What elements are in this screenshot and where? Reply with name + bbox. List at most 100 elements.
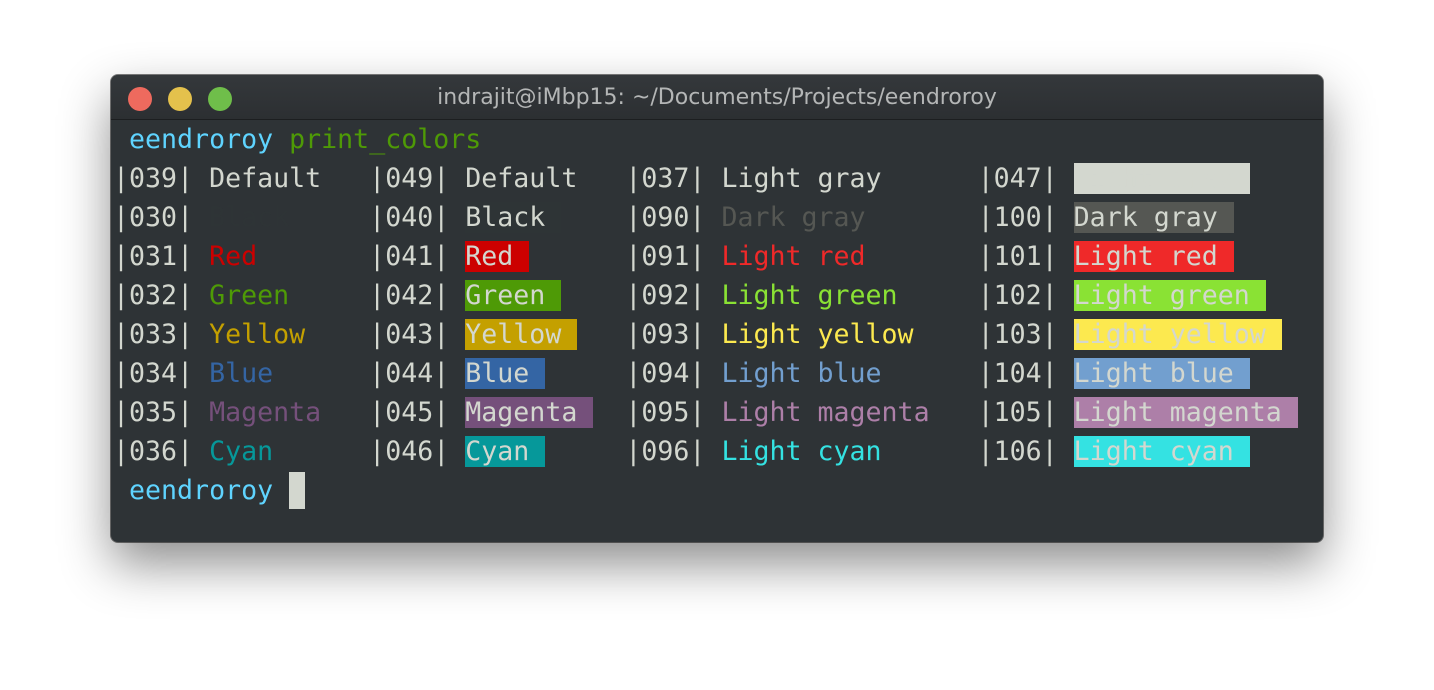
color-code: 106 — [993, 436, 1042, 467]
color-cell-035: |035| Magenta — [113, 397, 322, 428]
color-cell-096: |096| Light cyan — [625, 436, 882, 467]
color-code: 046 — [385, 436, 434, 467]
color-code: 096 — [641, 436, 690, 467]
color-cell-093: |093| Light yellow — [625, 319, 914, 350]
color-label: Yellow — [209, 319, 306, 350]
color-code: 037 — [641, 163, 690, 194]
background-swatch: Cyan — [465, 436, 546, 467]
color-cell-046: |046| Cyan — [369, 432, 625, 471]
color-code: 040 — [385, 202, 434, 233]
color-cell-090: |090| Dark gray — [625, 202, 866, 233]
color-cell-039: |039| Default — [113, 163, 322, 194]
color-row: |039| Default |049| Default |037| Light g… — [113, 159, 1298, 198]
color-label: Black — [465, 202, 546, 233]
title-bar: indrajit@iMbp15: ~/Documents/Projects/ee… — [111, 75, 1323, 120]
color-code: 041 — [385, 241, 434, 272]
color-code: 103 — [993, 319, 1042, 350]
background-swatch: Green — [465, 280, 562, 311]
color-cell-037: |037| Light gray — [625, 163, 882, 194]
color-label: Light magenta — [1073, 397, 1282, 428]
color-label: Light cyan — [721, 436, 882, 467]
prompt: eendroroy — [129, 475, 274, 506]
color-code: 043 — [385, 319, 434, 350]
color-row: |033| Yellow |043| Yellow |093| Light yel… — [113, 315, 1298, 354]
color-label: Light magenta — [721, 397, 930, 428]
color-label: Magenta — [465, 397, 578, 428]
terminal-output[interactable]: eendroroy print_colors |039| Default |049… — [113, 120, 1298, 510]
color-code: 105 — [993, 397, 1042, 428]
cursor — [289, 472, 306, 509]
color-label: Dark gray — [1073, 202, 1218, 233]
color-code: 102 — [993, 280, 1042, 311]
color-cell-040: |040| Black — [369, 198, 625, 237]
color-label: Black — [209, 202, 290, 233]
color-cell-049: |049| Default — [369, 159, 625, 198]
background-swatch: Light cyan — [1073, 436, 1250, 467]
color-cell-032: |032| Green — [113, 280, 290, 311]
background-swatch: Light yellow — [1073, 319, 1282, 350]
color-cell-104: |104| Light blue — [978, 354, 1250, 393]
color-cell-030: |030| Black — [113, 202, 290, 233]
color-label: Green — [209, 280, 290, 311]
color-label: Light green — [1073, 280, 1250, 311]
color-code: 101 — [993, 241, 1042, 272]
color-label: Light green — [721, 280, 898, 311]
background-swatch: Black — [465, 202, 562, 233]
color-label: Magenta — [209, 397, 322, 428]
color-label: Light cyan — [1073, 436, 1234, 467]
color-cell-100: |100| Dark gray — [978, 198, 1234, 237]
color-code: 035 — [129, 397, 178, 428]
current-prompt-line: eendroroy — [113, 471, 1298, 510]
color-cell-101: |101| Light red — [978, 237, 1234, 276]
color-code: 031 — [129, 241, 178, 272]
color-code: 091 — [641, 241, 690, 272]
background-swatch: Light blue — [1073, 358, 1250, 389]
color-code: 036 — [129, 436, 178, 467]
color-label: Light blue — [1073, 358, 1234, 389]
background-swatch: Dark gray — [1073, 202, 1234, 233]
color-cell-095: |095| Light magenta — [625, 397, 930, 428]
command-line: eendroroy print_colors — [113, 120, 1298, 159]
color-code: 044 — [385, 358, 434, 389]
color-cell-092: |092| Light green — [625, 280, 898, 311]
color-row: |035| Magenta |045| Magenta |095| Light m… — [113, 393, 1298, 432]
command-text: print_colors — [289, 124, 482, 155]
color-row: |036| Cyan |046| Cyan |096| Light cyan |10… — [113, 432, 1298, 471]
color-label: Light gray — [721, 163, 882, 194]
color-cell-033: |033| Yellow — [113, 319, 306, 350]
background-swatch: Light gray — [1073, 163, 1250, 194]
color-label: Cyan — [465, 436, 530, 467]
color-code: 042 — [385, 280, 434, 311]
color-cell-042: |042| Green — [369, 276, 625, 315]
color-cell-091: |091| Light red — [625, 241, 866, 272]
color-code: 034 — [129, 358, 178, 389]
color-label: Cyan — [209, 436, 274, 467]
color-row: |034| Blue |044| Blue |094| Light blue |10… — [113, 354, 1298, 393]
color-code: 093 — [641, 319, 690, 350]
background-swatch: Light green — [1073, 280, 1266, 311]
color-code: 100 — [993, 202, 1042, 233]
color-cell-044: |044| Blue — [369, 354, 625, 393]
background-swatch: Yellow — [465, 319, 578, 350]
background-swatch: Light red — [1073, 241, 1234, 272]
terminal-window: indrajit@iMbp15: ~/Documents/Projects/ee… — [111, 75, 1323, 542]
color-cell-031: |031| Red — [113, 241, 258, 272]
color-cell-034: |034| Blue — [113, 358, 274, 389]
color-label: Dark gray — [721, 202, 866, 233]
color-label: Light red — [1073, 241, 1218, 272]
color-label: Blue — [465, 358, 530, 389]
color-row: |030| Black |040| Black |090| Dark gray |1… — [113, 198, 1298, 237]
color-cell-102: |102| Light green — [978, 276, 1266, 315]
prompt: eendroroy — [129, 124, 274, 155]
background-swatch: Light magenta — [1073, 397, 1298, 428]
color-code: 030 — [129, 202, 178, 233]
window-title: indrajit@iMbp15: ~/Documents/Projects/ee… — [437, 85, 997, 110]
color-code: 032 — [129, 280, 178, 311]
color-label: Default — [209, 163, 322, 194]
background-swatch: Default — [465, 163, 593, 194]
color-label: Light gray — [1073, 163, 1234, 194]
color-code: 047 — [993, 163, 1042, 194]
color-code: 092 — [641, 280, 690, 311]
color-code: 104 — [993, 358, 1042, 389]
color-cell-043: |043| Yellow — [369, 315, 625, 354]
